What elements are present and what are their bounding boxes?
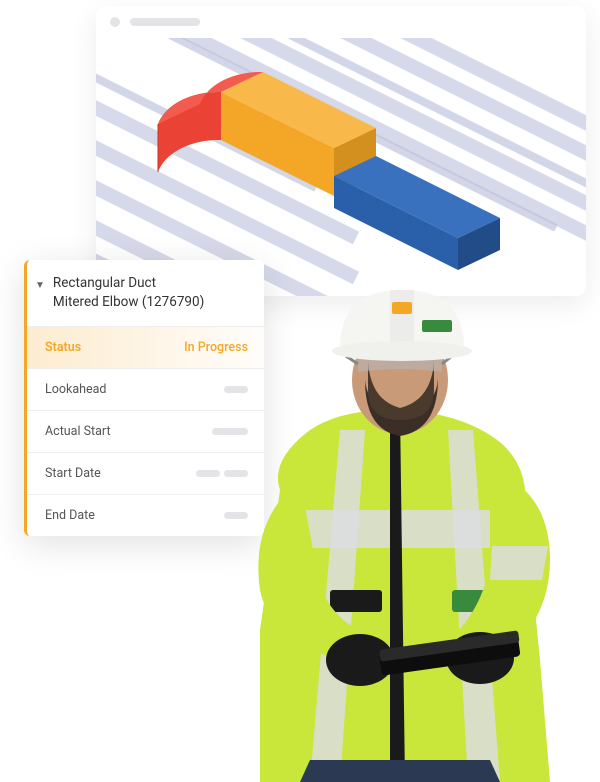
header-placeholder	[130, 18, 200, 26]
worker-photo	[190, 260, 590, 782]
actual-start-label: Actual Start	[45, 424, 111, 439]
model-3d-viewport[interactable]	[96, 38, 586, 296]
model-viewer-card	[96, 6, 586, 296]
status-label: Status	[45, 340, 81, 355]
collapse-chevron-icon[interactable]: ▼	[35, 280, 45, 291]
window-control-icon	[110, 17, 120, 27]
start-date-label: Start Date	[45, 466, 101, 481]
element-title-line2: Mitered Elbow (1276790)	[53, 294, 204, 310]
element-title: Rectangular Duct Mitered Elbow (1276790)	[53, 274, 204, 312]
lookahead-label: Lookahead	[45, 382, 107, 397]
end-date-label: End Date	[45, 508, 95, 523]
element-title-line1: Rectangular Duct	[53, 275, 156, 291]
model-header	[96, 6, 586, 38]
